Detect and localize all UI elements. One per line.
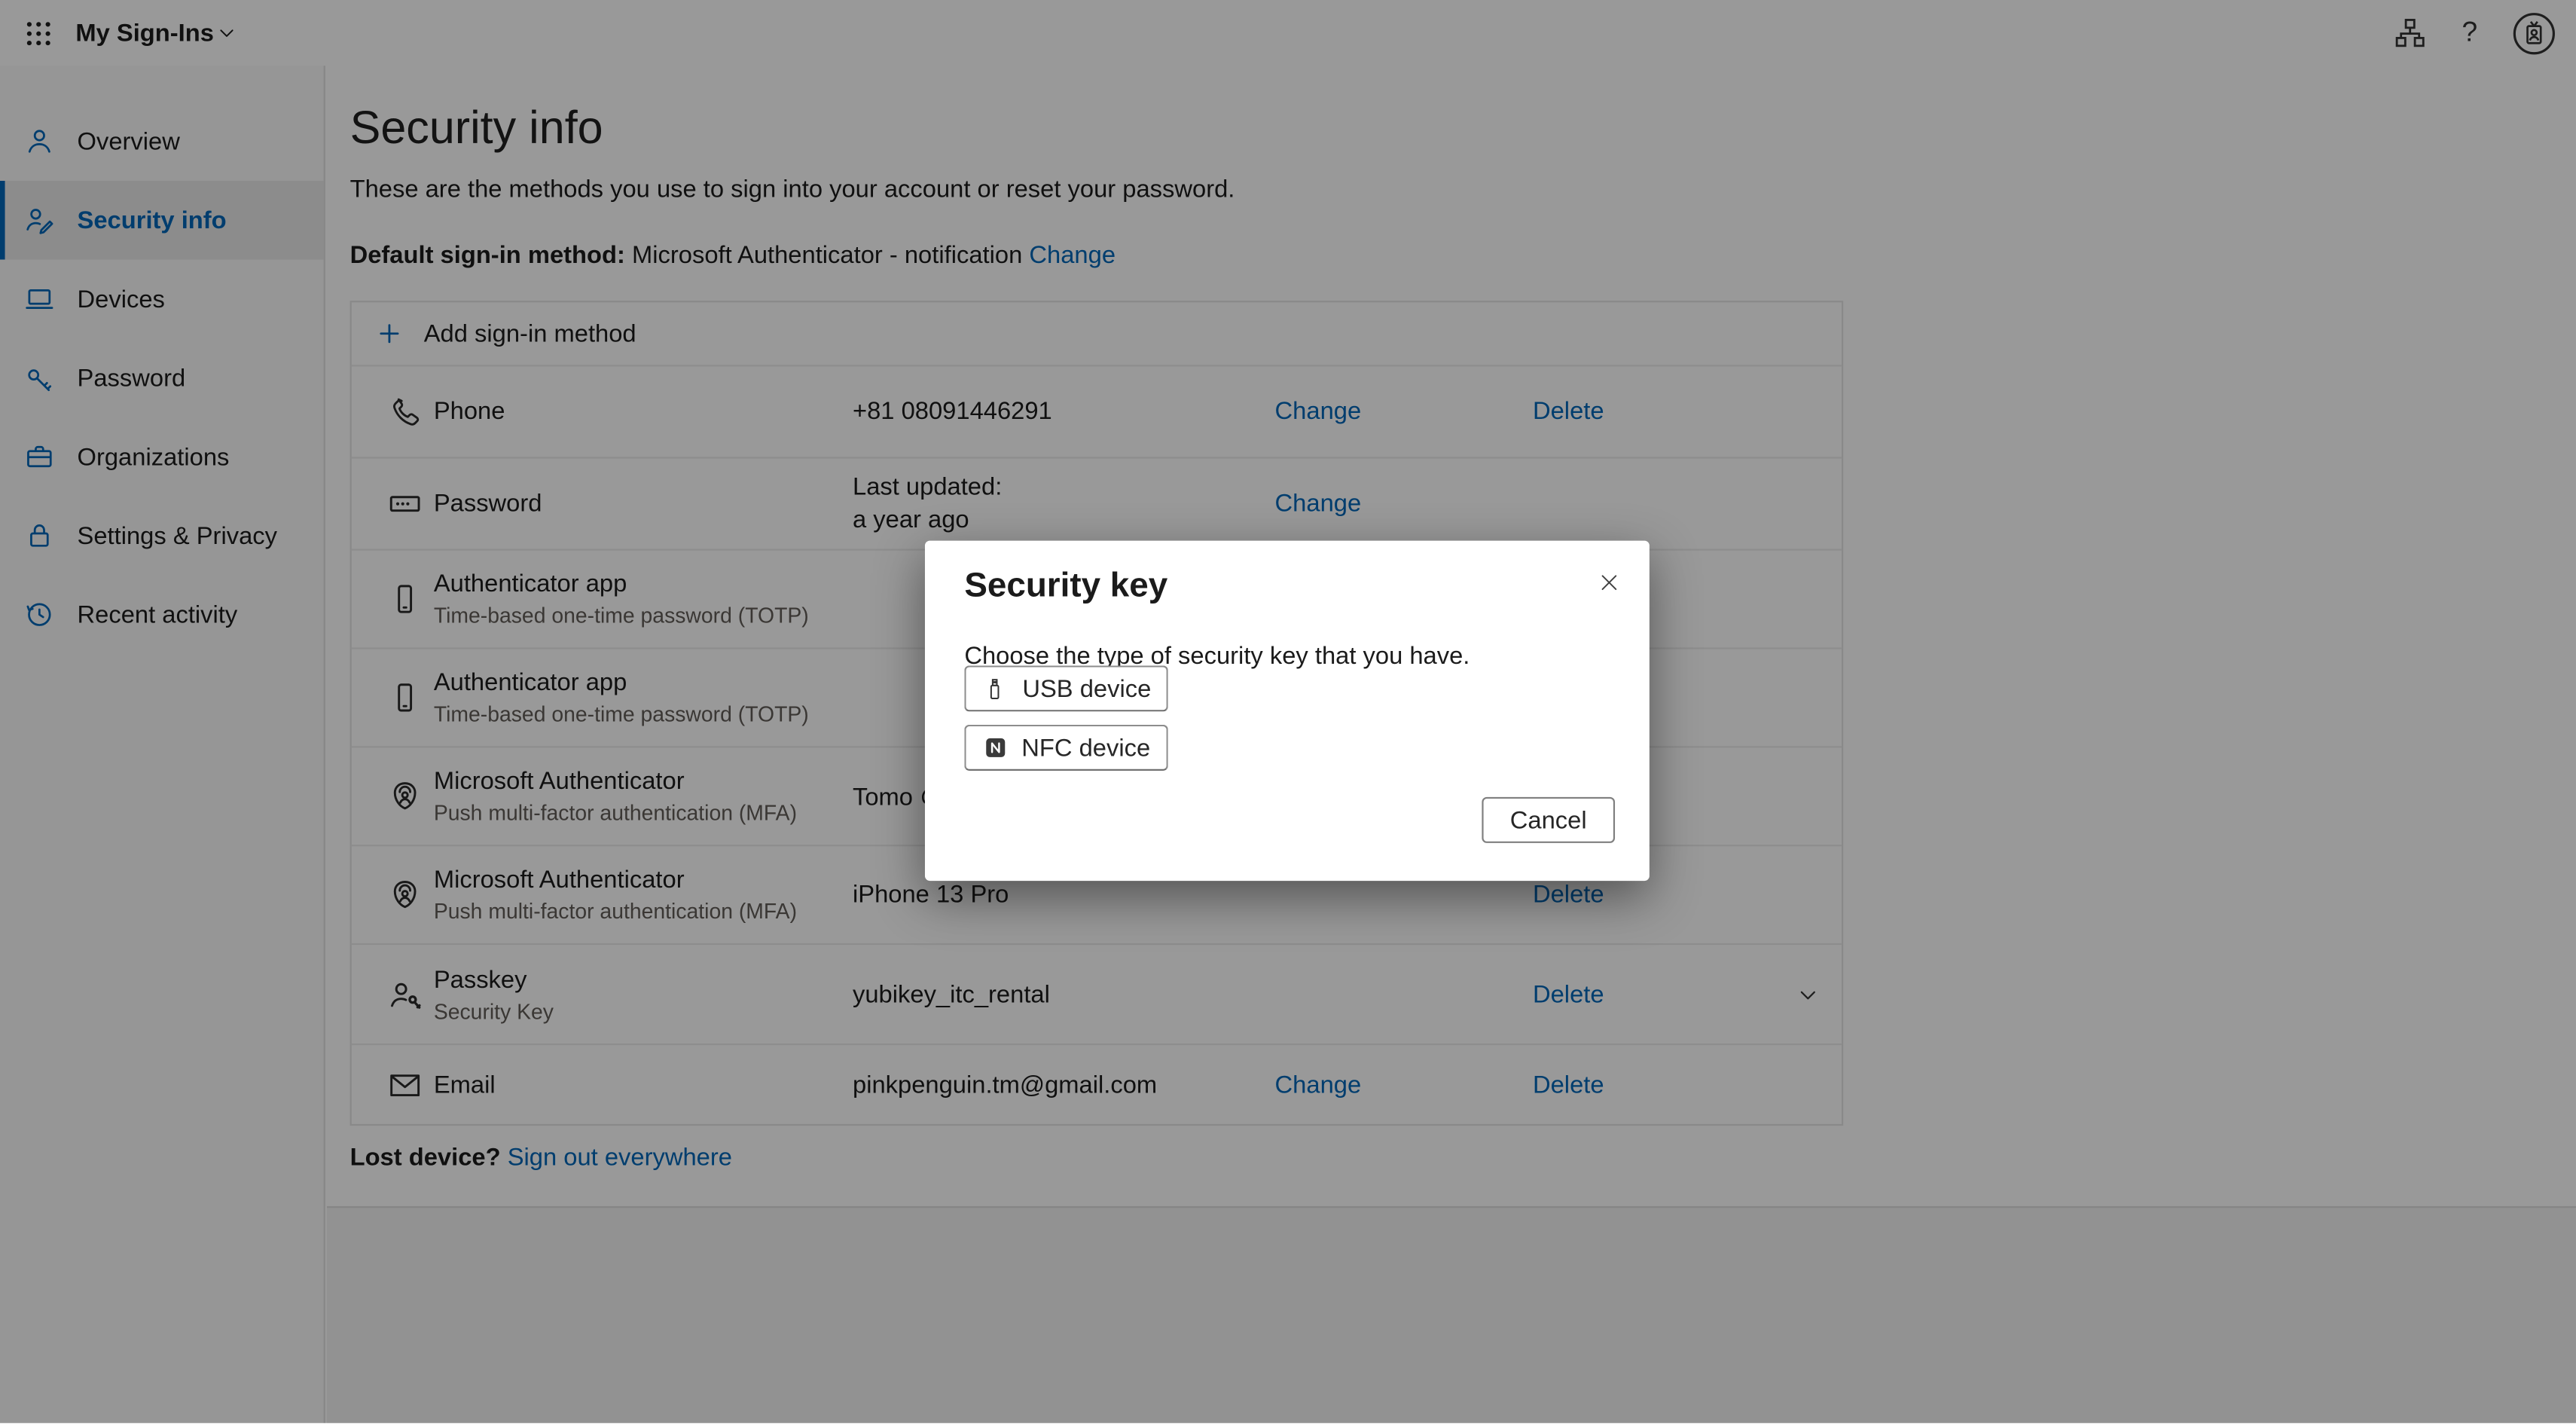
cancel-label: Cancel (1510, 806, 1587, 834)
nfc-device-label: NFC device (1021, 734, 1150, 762)
usb-device-label: USB device (1022, 674, 1151, 702)
security-key-dialog: Security key Choose the type of security… (925, 541, 1650, 881)
nfc-device-button[interactable]: NFC device (964, 725, 1167, 771)
cancel-button[interactable]: Cancel (1482, 797, 1615, 843)
dialog-title: Security key (964, 567, 1167, 606)
usb-drive-icon (981, 674, 1009, 702)
my-signins-app: My Sign-Ins ? (0, 0, 2576, 1424)
close-icon[interactable] (1589, 562, 1628, 601)
usb-device-button[interactable]: USB device (964, 665, 1167, 711)
nfc-icon (982, 735, 1009, 761)
